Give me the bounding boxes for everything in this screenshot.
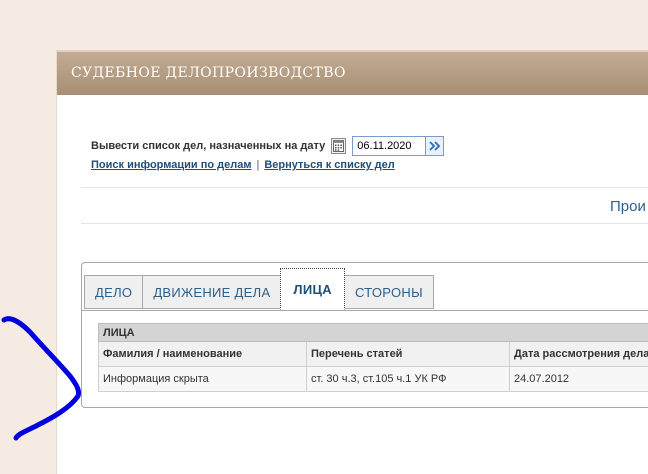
blue-annotation-stroke [1,316,81,441]
annotation-scribble [1,316,81,441]
tab-persons[interactable]: ЛИЦА [280,268,345,310]
